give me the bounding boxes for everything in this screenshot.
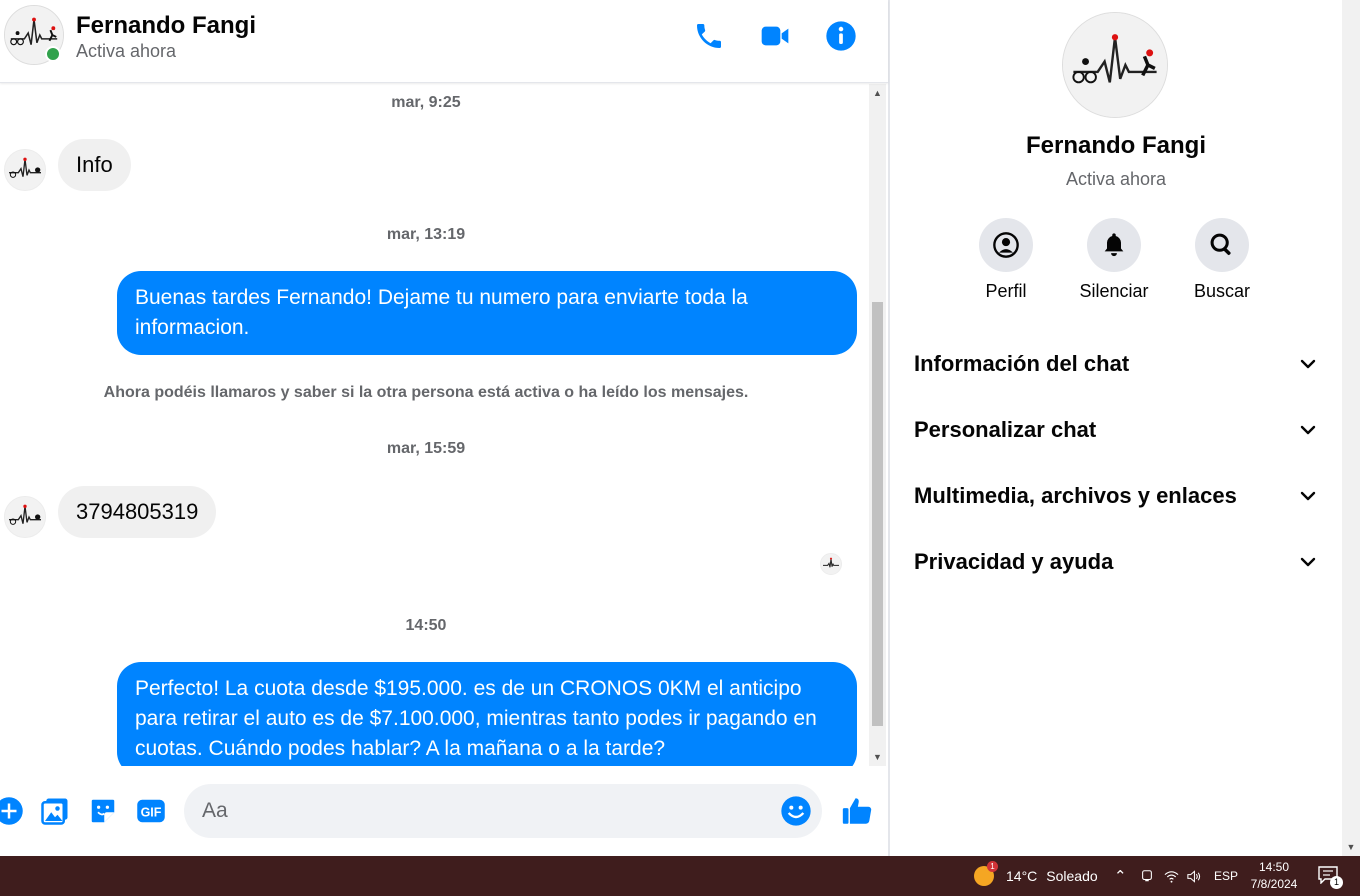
show-hidden-icons-button[interactable]: ⌃ xyxy=(1114,856,1127,896)
message-timestamp: mar, 9:25 xyxy=(391,94,461,111)
weather-widget[interactable]: 1 14°C Soleado xyxy=(974,856,1098,896)
triathlon-logo-icon xyxy=(1063,13,1167,117)
incoming-message[interactable]: Info xyxy=(58,139,131,191)
profile-action-circle[interactable] xyxy=(979,218,1033,272)
conversation-info-panel: Fernando Fangi Activa ahora Perfil Silen… xyxy=(890,0,1342,856)
scroll-thumb[interactable] xyxy=(872,302,883,726)
section-label: Personalizar chat xyxy=(914,417,1097,442)
section-privacy-help[interactable]: Privacidad y ayuda xyxy=(914,537,1318,587)
message-input[interactable] xyxy=(202,796,762,826)
chat-header: Fernando Fangi Activa ahora xyxy=(0,0,888,83)
triathlon-logo-icon xyxy=(5,497,45,537)
message-timestamp: mar, 13:19 xyxy=(386,226,466,243)
mute-action[interactable]: Silenciar xyxy=(1069,218,1159,302)
search-action[interactable]: Buscar xyxy=(1177,218,1267,302)
wifi-icon xyxy=(1164,870,1179,883)
gif-label: GIF xyxy=(141,806,162,820)
panel-contact-avatar[interactable] xyxy=(1062,12,1168,118)
weather-alert-badge: 1 xyxy=(987,861,998,872)
conversation-info-button[interactable] xyxy=(821,16,861,56)
weather-condition: Soleado xyxy=(1046,868,1098,884)
section-label: Información del chat xyxy=(914,351,1130,376)
message-input-container[interactable] xyxy=(184,784,822,838)
video-camera-icon xyxy=(761,26,789,46)
photo-gallery-icon xyxy=(41,798,68,825)
system-notice: Ahora podéis llamaros y saber si la otra… xyxy=(103,384,749,401)
system-clock[interactable]: 14:50 7/8/2024 xyxy=(1240,859,1308,893)
chevron-down-icon xyxy=(1300,557,1316,567)
notification-center-button[interactable]: 1 xyxy=(1318,866,1343,889)
sender-avatar[interactable] xyxy=(4,149,46,191)
section-chat-info[interactable]: Información del chat xyxy=(914,339,1318,389)
contact-status: Activa ahora xyxy=(76,41,177,61)
message-composer: GIF xyxy=(0,766,888,856)
triathlon-logo-icon xyxy=(821,554,841,574)
profile-action[interactable]: Perfil xyxy=(961,218,1051,302)
scroll-down-arrow-icon[interactable]: ▼ xyxy=(1342,840,1360,854)
device-tray-icon[interactable] xyxy=(1140,856,1154,896)
network-button[interactable] xyxy=(1164,856,1179,896)
gif-icon: GIF xyxy=(137,799,165,823)
clock-date: 7/8/2024 xyxy=(1250,877,1298,891)
message-scrollbar[interactable]: ▲ ▼ xyxy=(869,84,886,766)
online-indicator xyxy=(45,46,61,62)
panel-contact-name: Fernando Fangi xyxy=(1026,132,1206,159)
read-receipt-avatar xyxy=(820,553,842,575)
sticker-button[interactable] xyxy=(86,794,120,828)
clock-time: 14:50 xyxy=(1258,860,1290,874)
profile-icon xyxy=(993,232,1019,258)
mute-action-circle[interactable] xyxy=(1087,218,1141,272)
outgoing-message[interactable]: Perfecto! La cuota desde $195.000. es de… xyxy=(117,662,857,766)
sticker-icon xyxy=(91,799,115,823)
weather-temperature: 14°C xyxy=(1006,868,1038,884)
more-actions-button[interactable] xyxy=(0,794,26,828)
bell-icon xyxy=(1104,233,1124,257)
scroll-down-arrow-icon[interactable]: ▼ xyxy=(869,750,886,764)
chevron-down-icon xyxy=(1300,359,1316,369)
section-label: Multimedia, archivos y enlaces xyxy=(914,483,1237,508)
input-language[interactable]: ESP xyxy=(1214,856,1238,896)
sun-icon: 1 xyxy=(974,861,998,886)
message-list[interactable]: mar, 9:25 Info mar, 13:19 Buenas tardes … xyxy=(0,84,888,766)
section-customize-chat[interactable]: Personalizar chat xyxy=(914,405,1318,455)
search-icon xyxy=(1210,233,1231,255)
panel-scrollbar[interactable]: ▼ xyxy=(1342,0,1360,856)
outgoing-message[interactable]: Buenas tardes Fernando! Dejame tu numero… xyxy=(117,271,857,355)
search-action-label: Buscar xyxy=(1193,281,1251,301)
panel-contact-status: Activa ahora xyxy=(1065,169,1167,189)
message-timestamp: mar, 15:59 xyxy=(386,440,466,457)
section-label: Privacidad y ayuda xyxy=(914,549,1114,574)
profile-action-label: Perfil xyxy=(985,281,1027,301)
attach-photo-button[interactable] xyxy=(38,794,72,828)
contact-name[interactable]: Fernando Fangi xyxy=(76,12,256,40)
phone-icon xyxy=(697,24,721,48)
windows-taskbar: 1 14°C Soleado ⌃ ESP 14:50 7/8/2024 1 xyxy=(0,856,1360,896)
triathlon-logo-icon xyxy=(5,150,45,190)
speaker-icon xyxy=(1187,869,1201,883)
chevron-up-icon: ⌃ xyxy=(1114,868,1127,885)
section-media-files-links[interactable]: Multimedia, archivos y enlaces xyxy=(914,471,1318,521)
emoji-button[interactable] xyxy=(780,795,812,827)
video-call-button[interactable] xyxy=(755,16,795,56)
search-action-circle[interactable] xyxy=(1195,218,1249,272)
thumbs-up-icon xyxy=(842,798,872,824)
send-like-button[interactable] xyxy=(838,792,876,830)
plus-circle-icon xyxy=(0,797,23,825)
voice-call-button[interactable] xyxy=(689,16,729,56)
chevron-down-icon xyxy=(1300,425,1316,435)
gif-button[interactable]: GIF xyxy=(134,794,168,828)
notification-count-badge: 1 xyxy=(1330,876,1343,889)
scroll-up-arrow-icon[interactable]: ▲ xyxy=(869,86,886,100)
chat-window: Fernando Fangi Activa ahora mar, 9:25 In… xyxy=(0,0,888,856)
smiley-icon xyxy=(781,796,811,826)
incoming-message[interactable]: 3794805319 xyxy=(58,486,217,538)
mute-action-label: Silenciar xyxy=(1079,281,1149,301)
info-icon xyxy=(826,21,856,51)
meet-now-icon xyxy=(1142,870,1152,882)
message-timestamp: 14:50 xyxy=(405,617,447,634)
volume-button[interactable] xyxy=(1186,856,1201,896)
sender-avatar[interactable] xyxy=(4,496,46,538)
chevron-down-icon xyxy=(1300,491,1316,501)
